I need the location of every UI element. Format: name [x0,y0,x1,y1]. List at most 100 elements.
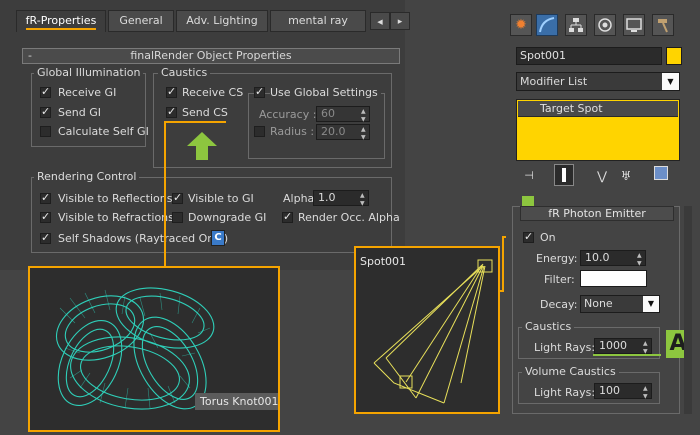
volume-caustics-title: Volume Caustics [522,365,619,378]
configure-modifier-sets-button[interactable] [652,166,670,184]
visible-gi-label: Visible to GI [188,192,254,205]
filter-label: Filter: [544,273,575,286]
visible-refractions-checkbox[interactable] [40,210,51,223]
utilities-tab-button[interactable] [652,14,674,36]
visible-reflections-label: Visible to Reflections [58,192,173,205]
create-tab-button[interactable]: ✹ [510,14,532,36]
send-cs-underline [164,121,226,123]
green-arrow-up-icon [187,132,217,160]
alpha-spinner-arrows-icon[interactable] [359,189,368,211]
pin-icon: ⊣ [524,169,534,182]
decay-dropdown[interactable]: None ▼ [580,295,660,313]
hierarchy-icon [569,18,583,32]
energy-spinner[interactable]: 10.0 [580,249,646,271]
self-shadows-checkbox[interactable] [40,231,51,244]
receive-cs-label: Receive CS [182,86,244,99]
pin-stack-button[interactable]: ⊣ [520,166,538,186]
tab-scroll-right-button[interactable]: ▸ [390,12,410,30]
photon-emitter-title: fR Photon Emitter [548,207,646,220]
modifier-stack[interactable]: Target Spot [516,99,680,161]
alpha-label: Alpha [283,192,315,205]
display-tab-button[interactable] [623,14,645,36]
emitter-caustics-title: Caustics [522,320,575,333]
caustics-light-rays-value: 1000 [599,339,627,352]
modify-curve-icon [539,17,555,33]
use-global-settings-checkbox[interactable] [254,85,265,98]
hammer-icon [658,19,668,33]
trash-icon: ♅ [620,169,632,183]
rollout-title: finalRender Object Properties [130,49,292,62]
accuracy-label: Accuracy : [259,108,317,121]
make-unique-button[interactable]: ⋁ [592,166,612,186]
render-occ-alpha-label: Render Occ. Alpha [298,211,400,224]
radius-value: 20.0 [321,125,346,138]
send-gi-label: Send GI [58,106,101,119]
receive-gi-checkbox[interactable] [40,85,51,98]
caustics-light-rays-spinner[interactable]: 1000 [594,337,652,359]
object-color-swatch[interactable] [666,47,682,65]
remove-modifier-button[interactable]: ♅ [616,166,636,186]
visible-refractions-label: Visible to Refractions [58,211,174,224]
photon-on-checkbox[interactable] [523,230,534,243]
self-shadows-button[interactable]: C [211,230,225,246]
filter-color-swatch[interactable] [580,270,647,287]
dropdown-arrow-icon: ▼ [662,73,679,90]
receive-cs-checkbox[interactable] [166,85,177,98]
use-global-settings-label: Use Global Settings [270,86,381,99]
spotlight-cone [373,259,493,404]
fork-icon: ⋁ [597,169,607,183]
connector-line-right-v [502,236,504,292]
send-cs-checkbox[interactable] [166,105,177,118]
active-tab-underline [26,28,96,30]
stack-item-label: Target Spot [540,102,603,115]
radius-spinner-arrows-icon[interactable] [360,123,369,145]
object-name-field[interactable]: Spot001 [516,47,662,65]
accuracy-spinner[interactable]: 60 [316,105,370,127]
energy-spinner-arrows-icon[interactable] [636,249,645,271]
calc-self-gi-label: Calculate Self GI [58,125,149,138]
stack-item-target-spot[interactable]: Target Spot [518,101,678,117]
visible-gi-checkbox[interactable] [172,191,183,204]
decay-value: None [584,297,613,310]
tab-scroll-left-button[interactable]: ◀ [370,12,390,30]
energy-label: Energy: [536,252,578,265]
caustics-title: Caustics [158,66,211,79]
self-shadows-button-label: C [214,232,222,243]
display-monitor-icon [626,18,642,32]
command-panel-scrollbar[interactable] [684,206,692,414]
photon-on-label: On [540,231,556,244]
tab-general-label: General [119,14,163,27]
hierarchy-tab-button[interactable] [565,14,587,36]
alpha-spinner[interactable]: 1.0 [313,189,369,211]
caustics-light-rays-label: Light Rays: [534,341,596,354]
receive-gi-label: Receive GI [58,86,117,99]
connector-line-vertical [164,122,166,267]
radius-checkbox[interactable] [254,126,265,137]
calc-self-gi-checkbox[interactable] [40,126,51,137]
arrow-left-icon: ◀ [377,18,383,26]
viewport-spot[interactable]: Spot001 [354,246,500,414]
volume-light-rays-arrows-icon[interactable] [642,382,651,404]
accuracy-spinner-arrows-icon[interactable] [360,105,369,127]
render-occ-alpha-checkbox[interactable] [282,210,293,223]
tab-fr-properties-label: fR-Properties [25,14,97,27]
downgrade-gi-checkbox[interactable] [172,212,183,223]
radius-spinner[interactable]: 20.0 [316,123,370,145]
global-illumination-title: Global Illumination [34,66,144,79]
motion-tab-button[interactable] [594,14,616,36]
modifier-list-dropdown[interactable]: Modifier List ▼ [516,72,680,91]
show-end-result-button[interactable] [554,164,574,186]
photon-emitter-header[interactable]: fR Photon Emitter [520,206,674,221]
visible-reflections-checkbox[interactable] [40,191,51,204]
decay-dropdown-arrow-icon: ▼ [643,296,659,312]
volume-light-rays-spinner[interactable]: 100 [594,382,652,404]
send-gi-checkbox[interactable] [40,105,51,118]
tab-mental-ray[interactable]: mental ray [270,10,366,32]
caustics-light-rays-arrows-icon[interactable] [642,337,651,359]
energy-value: 10.0 [585,251,610,264]
tab-general[interactable]: General [108,10,174,32]
rollout-header[interactable]: - finalRender Object Properties [22,48,400,64]
viewport-torus-knot[interactable]: Torus Knot001 [28,266,280,432]
modify-tab-button[interactable] [536,14,558,36]
tab-adv-lighting[interactable]: Adv. Lighting [176,10,268,32]
